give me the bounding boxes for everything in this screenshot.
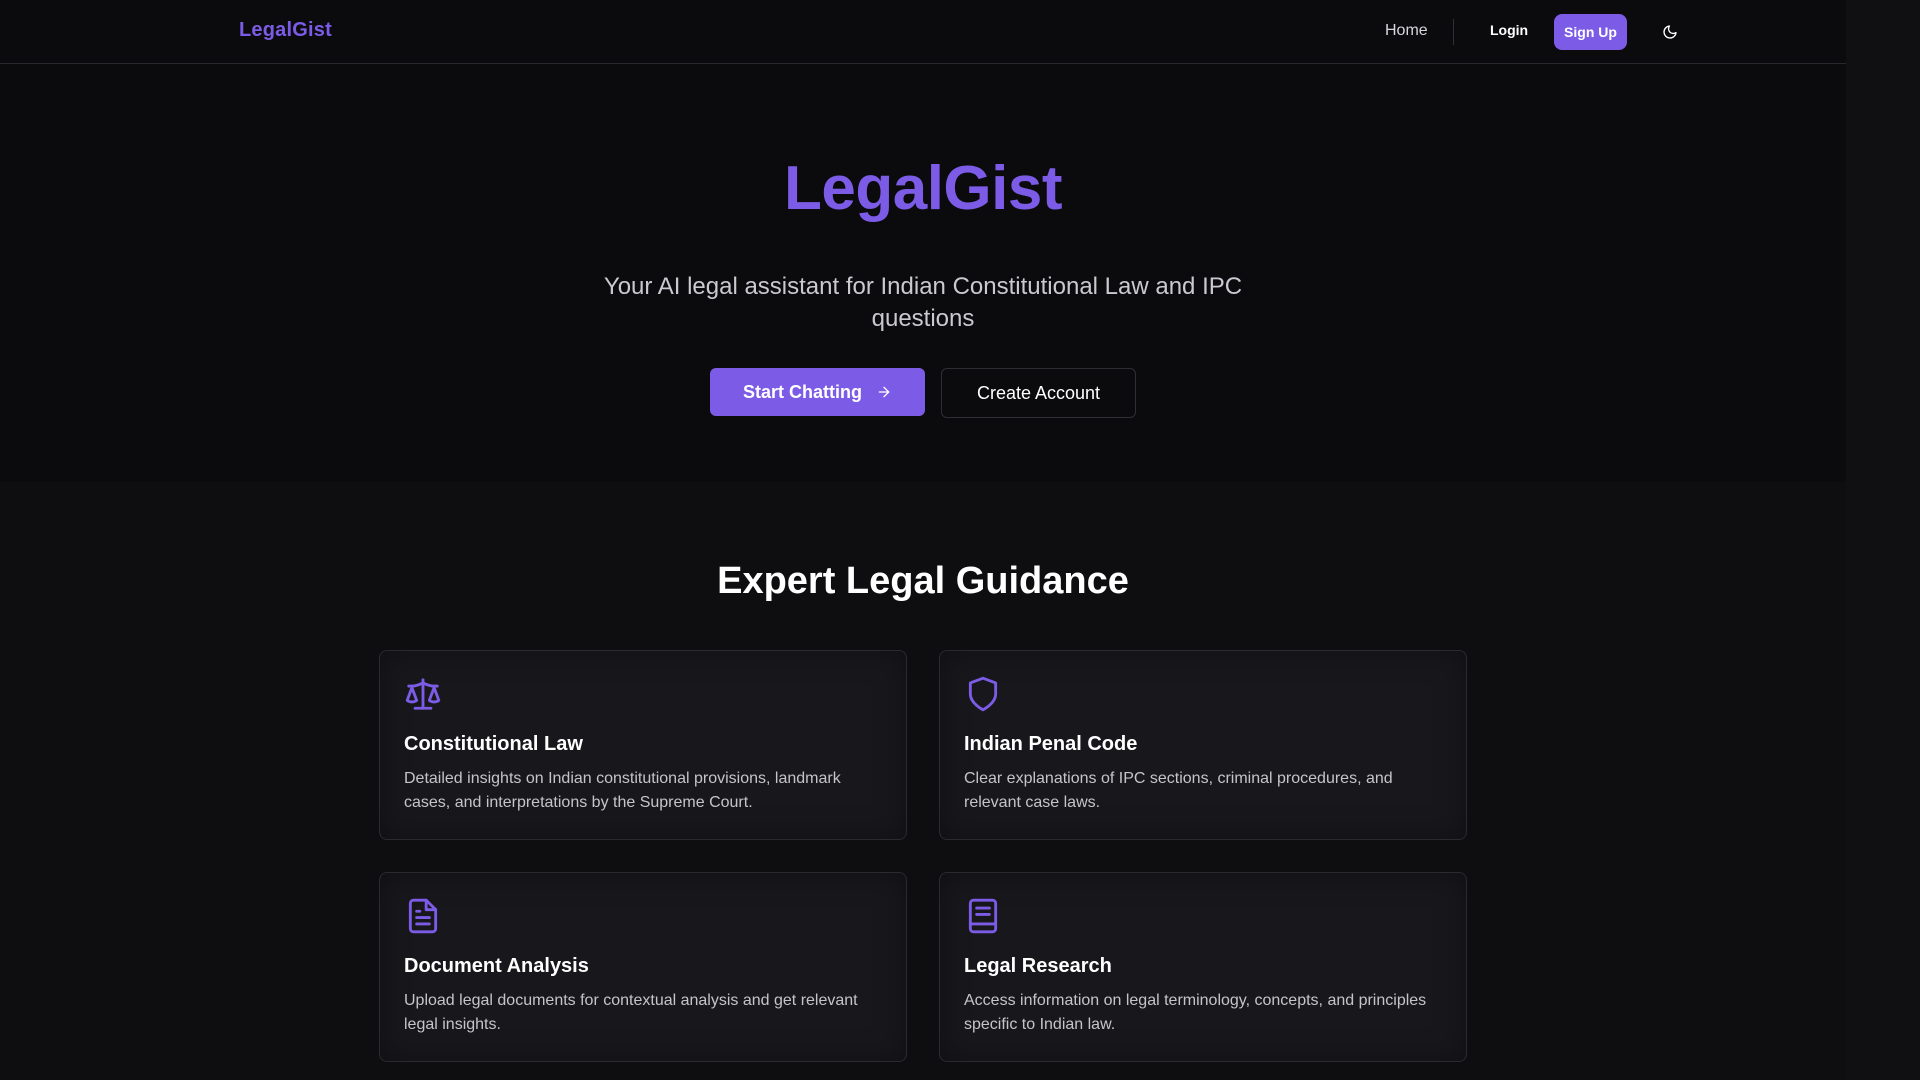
feature-card-legal-research: Legal Research Access information on leg… bbox=[939, 872, 1467, 1062]
card-title: Legal Research bbox=[964, 955, 1112, 977]
card-title: Constitutional Law bbox=[404, 733, 583, 755]
card-description: Access information on legal terminology,… bbox=[964, 992, 1427, 1033]
card-title: Indian Penal Code bbox=[964, 733, 1138, 755]
arrow-right-icon bbox=[876, 384, 892, 400]
feature-card-indian-penal-code: Indian Penal Code Clear explanations of … bbox=[939, 650, 1467, 840]
hero-section: LegalGist Your AI legal assistant for In… bbox=[0, 65, 1846, 482]
card-description: Upload legal documents for contextual an… bbox=[404, 992, 858, 1033]
hero-title: LegalGist bbox=[783, 154, 1063, 223]
shield-icon bbox=[964, 675, 1002, 713]
file-text-icon bbox=[404, 897, 442, 935]
card-description: Detailed insights on Indian constitution… bbox=[404, 770, 841, 811]
scrollbar-gutter bbox=[1846, 0, 1920, 1080]
nav-divider bbox=[1453, 19, 1454, 45]
theme-toggle-button[interactable] bbox=[1659, 21, 1681, 43]
book-icon bbox=[964, 897, 1002, 935]
features-section: Expert Legal Guidance Constitutional Law… bbox=[0, 482, 1846, 1080]
feature-card-constitutional-law: Constitutional Law Detailed insights on … bbox=[379, 650, 907, 840]
features-title: Expert Legal Guidance bbox=[717, 560, 1129, 602]
feature-card-document-analysis: Document Analysis Upload legal documents… bbox=[379, 872, 907, 1062]
signup-button[interactable]: Sign Up bbox=[1554, 14, 1627, 50]
card-title: Document Analysis bbox=[404, 955, 589, 977]
top-navbar: LegalGist Home Login Sign Up bbox=[0, 0, 1846, 64]
start-chatting-button[interactable]: Start Chatting bbox=[710, 368, 925, 416]
brand-logo[interactable]: LegalGist bbox=[239, 19, 332, 42]
create-account-button[interactable]: Create Account bbox=[941, 368, 1136, 418]
nav-home-link[interactable]: Home bbox=[1385, 22, 1428, 40]
card-description: Clear explanations of IPC sections, crim… bbox=[964, 770, 1393, 811]
start-chatting-label: Start Chatting bbox=[743, 381, 862, 402]
moon-icon bbox=[1662, 24, 1678, 40]
page: LegalGist Home Login Sign Up LegalGist Y… bbox=[0, 0, 1846, 1080]
scale-icon bbox=[404, 675, 442, 713]
hero-subtitle: Your AI legal assistant for Indian Const… bbox=[603, 273, 1243, 332]
login-link[interactable]: Login bbox=[1490, 22, 1528, 38]
